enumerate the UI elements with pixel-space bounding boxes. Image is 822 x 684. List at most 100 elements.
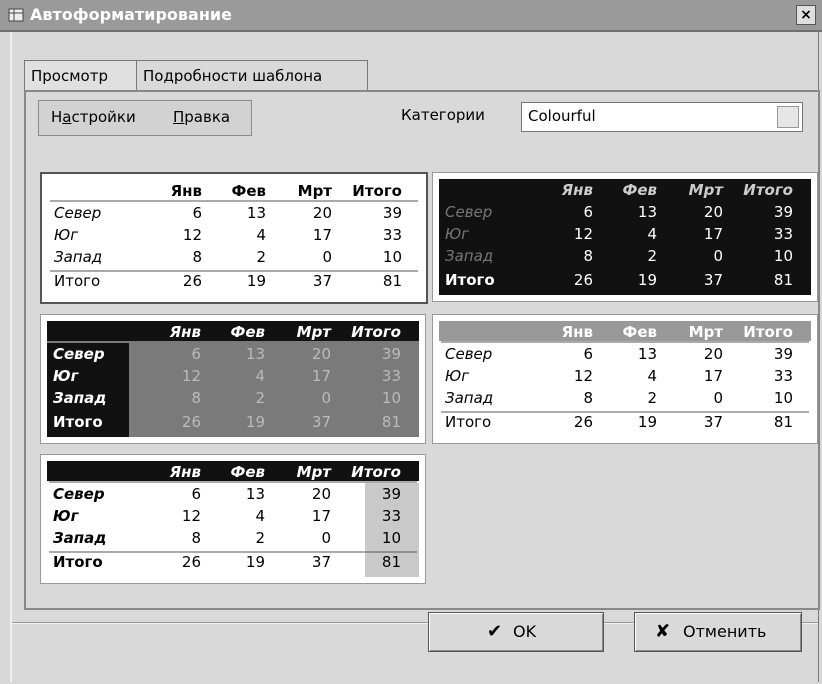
cell-3-0: 26 [182, 553, 201, 571]
cell-1-3: 33 [382, 507, 401, 525]
cell-3-1: 19 [638, 271, 657, 289]
row-label-0: Север [445, 203, 492, 221]
preview-template-5[interactable]: Янв Фев Мрт Итого Север 6 13 20 39 Юг 12 4 17 33 Запад… [40, 454, 426, 584]
cell-2-0: 8 [583, 389, 593, 407]
cell-1-3: 33 [774, 225, 793, 243]
preview-template-1[interactable]: Янв Фев Мрт Итого Север 6 13 20 39 Юг 12 4 17 33 Запад… [40, 172, 428, 304]
row-label-1: Юг [54, 226, 78, 244]
cancel-button[interactable]: ✘ Отменить [634, 612, 802, 652]
cell-0-0: 6 [191, 485, 201, 503]
cell-2-2: 0 [321, 389, 331, 407]
cell-3-2: 37 [312, 413, 331, 431]
cell-3-0: 26 [574, 413, 593, 431]
cell-3-3: 81 [383, 272, 402, 290]
row-label-1: Юг [445, 367, 469, 385]
ok-check-icon: ✔ [487, 621, 503, 642]
preview-template-3[interactable]: Янв Фев Мрт Итого Север 6 13 20 39 Юг 12 4 17 33 Запад… [40, 314, 426, 444]
cell-0-2: 20 [312, 345, 331, 363]
cell-1-1: 4 [256, 226, 266, 244]
header-2: Мрт [298, 182, 333, 200]
cell-0-2: 20 [704, 203, 723, 221]
cell-1-2: 17 [704, 225, 723, 243]
cell-0-2: 20 [313, 204, 332, 222]
category-value: Colourful [528, 107, 596, 125]
cell-3-3: 81 [774, 413, 793, 431]
cell-2-1: 2 [256, 248, 266, 266]
cell-3-0: 26 [182, 413, 201, 431]
preview-template-4[interactable]: Янв Фев Мрт Итого Север 6 13 20 39 Юг 12 4 17 33 Запад… [432, 314, 818, 444]
cell-1-3: 33 [383, 226, 402, 244]
cell-0-1: 13 [247, 204, 266, 222]
row-label-3: Итого [54, 272, 100, 290]
cell-0-3: 39 [382, 485, 401, 503]
app-icon [8, 8, 24, 22]
cell-1-2: 17 [704, 367, 723, 385]
cell-1-2: 17 [312, 367, 331, 385]
header-2: Мрт [297, 323, 333, 341]
cell-3-3: 81 [774, 271, 793, 289]
cell-2-2: 0 [321, 529, 331, 547]
row-label-2: Запад [445, 389, 493, 407]
cell-0-1: 13 [246, 485, 265, 503]
header-2: Мрт [689, 181, 725, 199]
cell-0-3: 39 [774, 345, 793, 363]
header-1: Фев [230, 463, 265, 481]
close-button[interactable]: × [796, 5, 816, 25]
cell-2-1: 2 [647, 389, 657, 407]
cancel-label: Отменить [683, 622, 767, 641]
menu-edit[interactable]: Правка [173, 108, 230, 126]
cell-0-0: 6 [191, 345, 201, 363]
row-label-0: Север [53, 345, 105, 363]
cell-0-3: 39 [383, 204, 402, 222]
preview-template-2[interactable]: Янв Фев Мрт Итого Север 6 13 20 39 Юг 12 4 17 33 Запад… [432, 172, 818, 302]
dialog-body: Просмотр Подробности шаблона Настройки П… [10, 32, 820, 682]
cell-3-1: 19 [246, 553, 265, 571]
title-bar: Автоформатирование × [0, 0, 822, 32]
header-0: Янв [561, 181, 593, 199]
cell-3-3: 81 [382, 413, 401, 431]
cell-0-2: 20 [704, 345, 723, 363]
cell-1-0: 12 [574, 367, 593, 385]
cell-1-0: 12 [182, 507, 201, 525]
window-title: Автоформатирование [30, 5, 232, 24]
header-1: Фев [622, 181, 657, 199]
cell-1-0: 12 [182, 367, 201, 385]
ok-button[interactable]: ✔ OK [428, 612, 604, 652]
cell-0-3: 39 [774, 203, 793, 221]
menu-bar: Настройки Правка [38, 100, 252, 136]
row-label-2: Запад [53, 529, 106, 547]
cell-2-1: 2 [255, 529, 265, 547]
header-1: Фев [622, 323, 657, 341]
tab-template-details[interactable]: Подробности шаблона [136, 60, 368, 91]
cell-0-3: 39 [382, 345, 401, 363]
header-0: Янв [169, 463, 201, 481]
row-label-3: Итого [445, 413, 491, 431]
cell-0-1: 13 [246, 345, 265, 363]
cell-3-1: 19 [638, 413, 657, 431]
cell-1-0: 12 [183, 226, 202, 244]
row-label-1: Юг [53, 367, 80, 385]
header-0: Янв [169, 323, 201, 341]
cell-0-0: 6 [583, 203, 593, 221]
cell-2-2: 0 [713, 389, 723, 407]
cell-2-3: 10 [382, 529, 401, 547]
cell-3-0: 26 [574, 271, 593, 289]
cell-0-0: 6 [583, 345, 593, 363]
cell-2-0: 8 [191, 389, 201, 407]
header-0: Янв [171, 182, 202, 200]
header-2: Мрт [297, 463, 333, 481]
cell-3-1: 19 [247, 272, 266, 290]
cell-0-2: 20 [312, 485, 331, 503]
row-label-3: Итого [53, 413, 103, 431]
header-3: Итого [352, 182, 402, 200]
cell-1-1: 4 [647, 367, 657, 385]
cell-2-2: 0 [322, 248, 332, 266]
cell-0-1: 13 [638, 203, 657, 221]
cell-2-0: 8 [191, 529, 201, 547]
cell-0-1: 13 [638, 345, 657, 363]
dropdown-arrow-icon[interactable] [777, 106, 799, 128]
tab-preview[interactable]: Просмотр [24, 60, 138, 93]
menu-settings[interactable]: Настройки [51, 108, 136, 126]
cell-3-0: 26 [183, 272, 202, 290]
category-select[interactable]: Colourful [521, 102, 803, 132]
